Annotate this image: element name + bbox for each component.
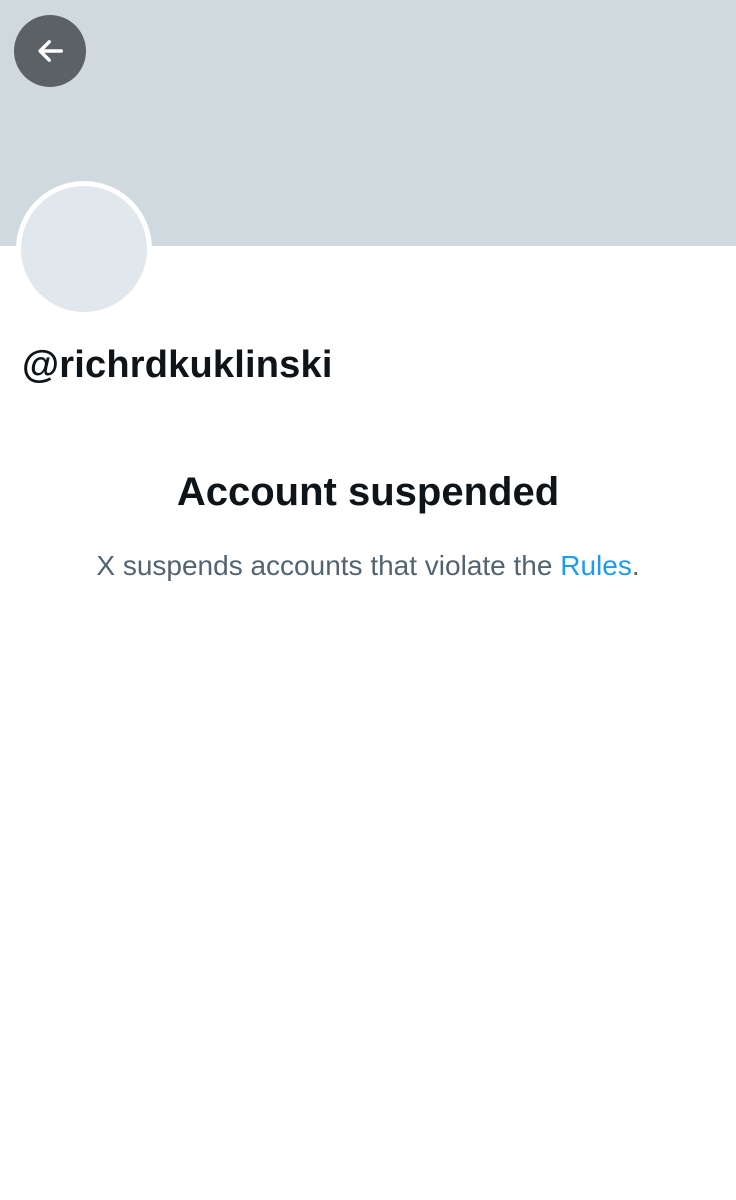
description-period: . [631, 550, 640, 581]
suspended-title: Account suspended [176, 470, 560, 514]
suspended-description: X suspends accounts that violate the Rul… [0, 550, 736, 582]
description-text: X suspends accounts that violate the [96, 550, 561, 581]
back-button[interactable] [14, 15, 86, 87]
arrow-left-icon [33, 34, 67, 68]
profile-handle: @richrdkuklinski [22, 344, 333, 386]
avatar [16, 181, 152, 317]
suspended-profile-page: @richrdkuklinski Account suspended X sus… [0, 0, 736, 1200]
rules-link[interactable]: Rules [560, 550, 632, 581]
